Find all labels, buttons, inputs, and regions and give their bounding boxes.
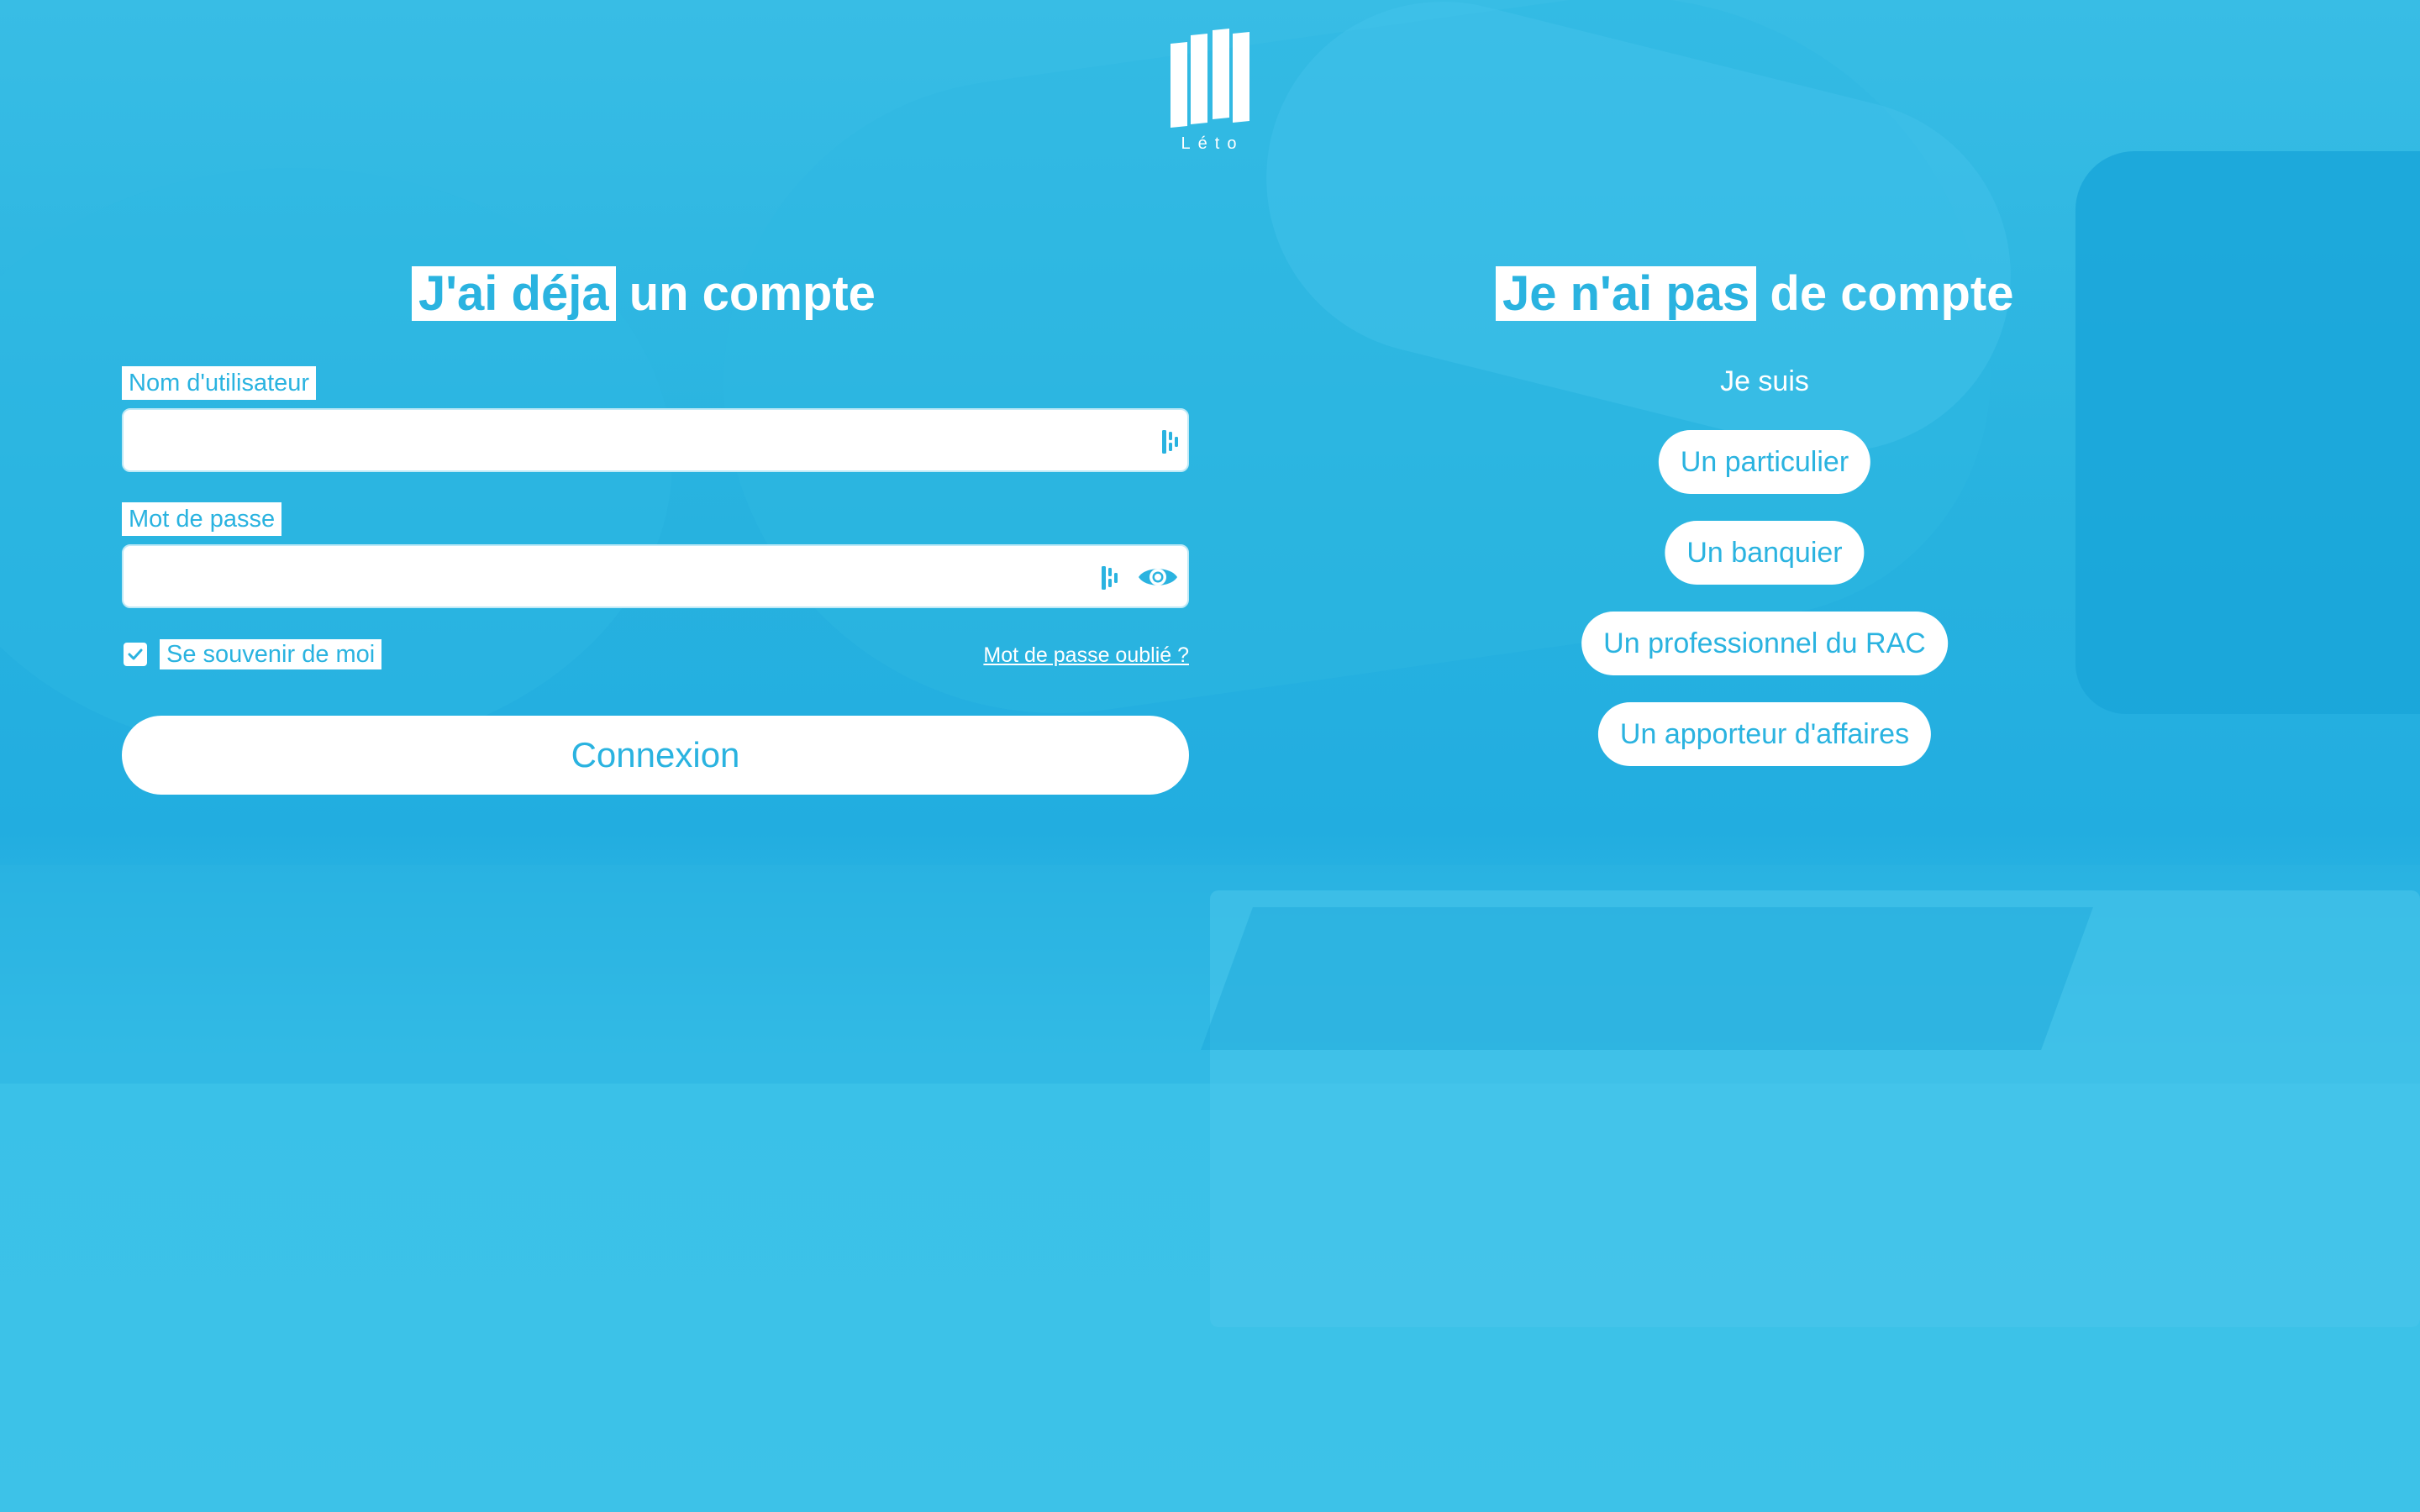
background-jacket-shape <box>2075 151 2420 714</box>
register-heading-highlight: Je n'ai pas <box>1496 266 1757 321</box>
login-heading-rest: un compte <box>615 266 876 321</box>
keepass-icon[interactable] <box>1162 430 1181 454</box>
checkmark-icon <box>128 648 143 660</box>
username-field[interactable] <box>122 408 1189 472</box>
remember-checkbox[interactable] <box>124 643 147 666</box>
password-label: Mot de passe <box>122 502 282 536</box>
password-input[interactable] <box>139 546 1050 608</box>
eye-icon[interactable] <box>1137 563 1179 591</box>
role-button-apporteur-affaires[interactable]: Un apporteur d'affaires <box>1597 702 1932 766</box>
username-input[interactable] <box>139 410 1050 472</box>
password-field[interactable] <box>122 544 1189 608</box>
forgot-password-link[interactable]: Mot de passe oublié ? <box>983 643 1189 668</box>
role-button-professionnel-rac[interactable]: Un professionnel du RAC <box>1581 612 1948 675</box>
background-laptop-shape <box>1201 907 2093 1050</box>
login-heading-highlight: J'ai déja <box>412 266 616 321</box>
register-heading: Je n'ai pas de compte <box>1496 264 2013 324</box>
register-intro: Je suis <box>1720 365 1809 397</box>
role-button-banquier[interactable]: Un banquier <box>1665 521 1865 585</box>
remember-label[interactable]: Se souvenir de moi <box>160 639 382 669</box>
login-heading: J'ai déja un compte <box>412 264 876 324</box>
brand-logo: Léto <box>1168 27 1252 161</box>
logo-bars-icon <box>1171 29 1249 128</box>
keepass-icon[interactable] <box>1102 566 1120 590</box>
login-button[interactable]: Connexion <box>122 716 1189 795</box>
role-button-particulier[interactable]: Un particulier <box>1658 430 1871 494</box>
register-heading-rest: de compte <box>1756 266 2014 321</box>
username-label: Nom d'utilisateur <box>122 366 317 400</box>
brand-name: Léto <box>1181 134 1244 153</box>
